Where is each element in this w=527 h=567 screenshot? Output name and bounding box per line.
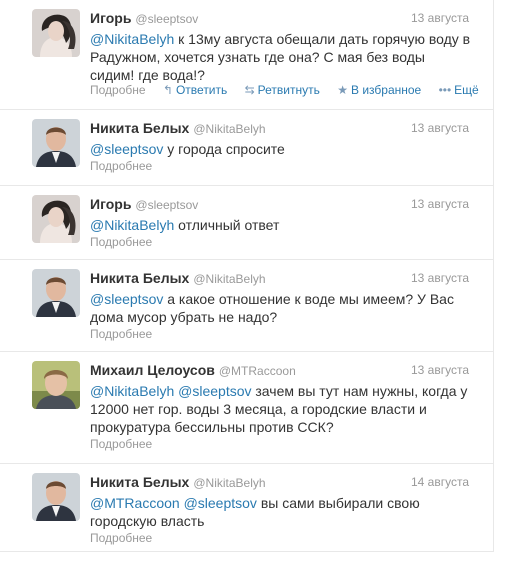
- mention-link[interactable]: @NikitaBelyh: [90, 217, 174, 233]
- mention-link[interactable]: @sleeptsov: [184, 495, 257, 511]
- ellipsis-icon: •••: [438, 83, 452, 97]
- author-handle[interactable]: @NikitaBelyh: [193, 476, 265, 490]
- favorite-button[interactable]: ★ В избранное: [337, 83, 421, 97]
- author-name[interactable]: Игорь: [90, 10, 131, 26]
- tweet-item[interactable]: Никита Белых @NikitaBelyh 13 августа @sle…: [0, 260, 493, 352]
- tweet-text: @sleeptsov у города спросите: [90, 140, 471, 158]
- author-name[interactable]: Никита Белых: [90, 270, 189, 286]
- avatar[interactable]: [32, 473, 80, 521]
- tweet-item[interactable]: Игорь @sleeptsov 13 августа @NikitaBelyh …: [0, 186, 493, 260]
- retweet-button[interactable]: ⇆ Ретвитнуть: [245, 83, 320, 97]
- author-handle[interactable]: @NikitaBelyh: [193, 272, 265, 286]
- tweet-text: @NikitaBelyh отличный ответ: [90, 216, 471, 234]
- tweet-header: Игорь @sleeptsov 13 августа: [90, 10, 469, 28]
- tweet-date[interactable]: 14 августа: [411, 475, 469, 489]
- avatar[interactable]: [32, 269, 80, 317]
- tweet-date[interactable]: 13 августа: [411, 197, 469, 211]
- mention-link[interactable]: @NikitaBelyh: [90, 383, 174, 399]
- avatar[interactable]: [32, 119, 80, 167]
- reply-icon: ↰: [162, 83, 173, 97]
- avatar[interactable]: [32, 9, 80, 57]
- tweet-header: Игорь @sleeptsov 13 августа: [90, 196, 469, 214]
- tweet-item[interactable]: Никита Белых @NikitaBelyh 14 августа @MTR…: [0, 464, 493, 552]
- reply-label: Ответить: [175, 83, 228, 97]
- tweet-date[interactable]: 13 августа: [411, 271, 469, 285]
- mention-link[interactable]: @sleeptsov: [178, 383, 251, 399]
- tweet-actions: Подробне ↰ Ответить ⇆ Ретвитнуть ★ В избран…: [90, 83, 479, 97]
- tweet-text: @NikitaBelyh к 13му августа обещали дать…: [90, 30, 471, 84]
- mention-link[interactable]: @NikitaBelyh: [90, 31, 174, 47]
- tweet-item[interactable]: Никита Белых @NikitaBelyh 13 августа @sle…: [0, 110, 493, 186]
- avatar[interactable]: [32, 361, 80, 409]
- mention-link[interactable]: @sleeptsov: [90, 291, 163, 307]
- author-handle[interactable]: @sleeptsov: [135, 198, 198, 212]
- tweet-header: Никита Белых @NikitaBelyh 14 августа: [90, 474, 469, 492]
- details-link[interactable]: Подробнее: [90, 327, 152, 341]
- details-link[interactable]: Подробнее: [90, 531, 152, 545]
- tweet-date[interactable]: 13 августа: [411, 11, 469, 25]
- more-button[interactable]: ••• Ещё: [439, 83, 479, 97]
- author-name[interactable]: Никита Белых: [90, 120, 189, 136]
- author-handle[interactable]: @MTRaccoon: [219, 364, 296, 378]
- mention-link[interactable]: @sleeptsov: [90, 141, 163, 157]
- tweet-header: Михаил Целоусов @MTRaccoon 13 августа: [90, 362, 469, 380]
- tweet-header: Никита Белых @NikitaBelyh 13 августа: [90, 120, 469, 138]
- retweet-icon: ⇆: [244, 83, 255, 97]
- details-link[interactable]: Подробнее: [90, 235, 152, 249]
- tweet-text: @sleeptsov а какое отношение к воде мы и…: [90, 290, 471, 326]
- author-name[interactable]: Никита Белых: [90, 474, 189, 490]
- tweet-text: @NikitaBelyh @sleeptsov зачем вы тут нам…: [90, 382, 471, 436]
- favorite-label: В избранное: [350, 83, 422, 97]
- mention-link[interactable]: @MTRaccoon: [90, 495, 180, 511]
- details-link[interactable]: Подробне: [90, 83, 146, 97]
- tweet-body: у города спросите: [163, 141, 285, 157]
- avatar[interactable]: [32, 195, 80, 243]
- more-label: Ещё: [454, 83, 479, 97]
- star-icon: ★: [337, 83, 348, 97]
- details-link[interactable]: Подробнее: [90, 437, 152, 451]
- tweet-body: отличный ответ: [174, 217, 280, 233]
- reply-button[interactable]: ↰ Ответить: [163, 83, 227, 97]
- tweet-item[interactable]: Михаил Целоусов @MTRaccoon 13 августа @Ni…: [0, 352, 493, 464]
- tweet-item[interactable]: Игорь @sleeptsov 13 августа @NikitaBelyh …: [0, 0, 493, 110]
- author-name[interactable]: Михаил Целоусов: [90, 362, 215, 378]
- details-link[interactable]: Подробнее: [90, 159, 152, 173]
- retweet-label: Ретвитнуть: [257, 83, 320, 97]
- tweet-text: @MTRaccoon @sleeptsov вы сами выбирали с…: [90, 494, 471, 530]
- tweet-date[interactable]: 13 августа: [411, 121, 469, 135]
- tweet-conversation: Игорь @sleeptsov 13 августа @NikitaBelyh …: [0, 0, 494, 552]
- author-handle[interactable]: @sleeptsov: [135, 12, 198, 26]
- author-name[interactable]: Игорь: [90, 196, 131, 212]
- tweet-header: Никита Белых @NikitaBelyh 13 августа: [90, 270, 469, 288]
- author-handle[interactable]: @NikitaBelyh: [193, 122, 265, 136]
- tweet-date[interactable]: 13 августа: [411, 363, 469, 377]
